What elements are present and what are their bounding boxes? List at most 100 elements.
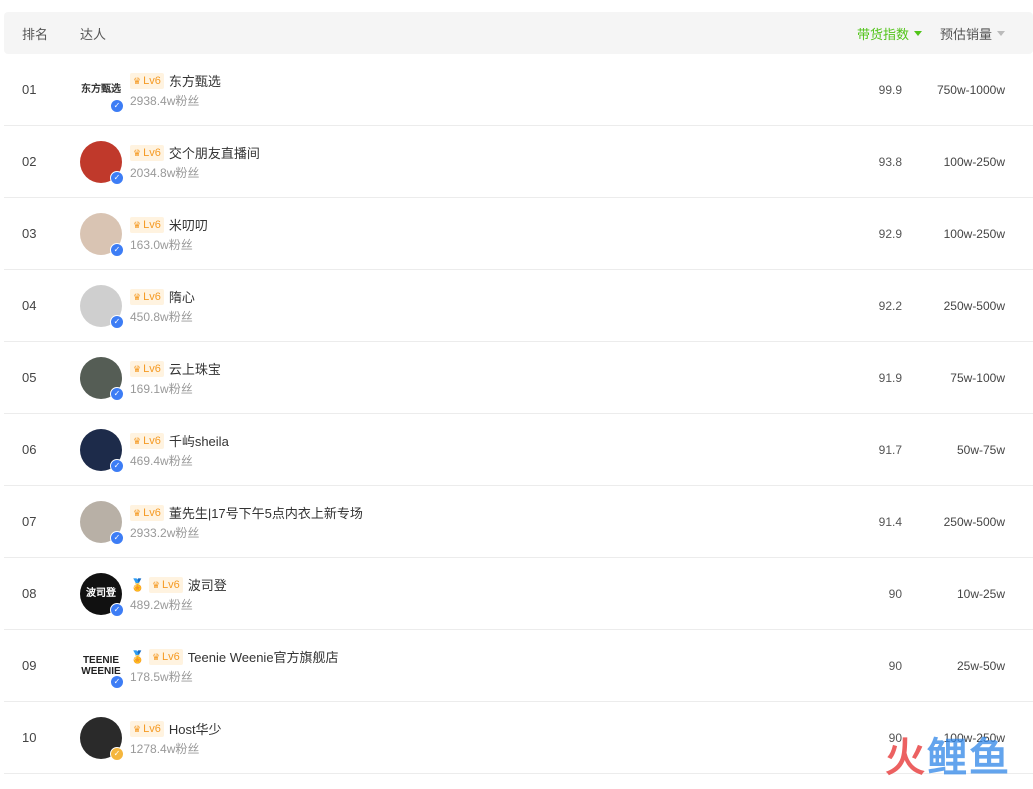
rank-number: 05	[22, 370, 37, 385]
estimated-sales: 250w-500w	[943, 514, 1005, 529]
level-label: Lv6	[162, 578, 180, 591]
medal-icon: 🏅	[130, 649, 145, 664]
level-badge: ♛ Lv6	[148, 648, 183, 665]
talent-name-link[interactable]: 董先生|17号下午5点内衣上新专场	[169, 503, 363, 522]
fans-count: 178.5w粉丝	[130, 669, 193, 684]
talent-info: ♛ Lv6 米叨叨 163.0w粉丝	[130, 215, 208, 253]
avatar[interactable]: ✓	[80, 140, 124, 185]
header-rank: 排名	[22, 26, 49, 42]
avatar[interactable]: ✓	[80, 716, 124, 761]
table-row[interactable]: 04 ✓ ♛ Lv6 隋心 450.8w粉丝 92.2 250w-500w	[4, 270, 1033, 342]
table-row[interactable]: 01 东方甄选 ✓ ♛ Lv6 东方甄选 2938.4w粉丝 99.9 750w-…	[4, 54, 1033, 126]
sort-by-sales-button[interactable]: 预估销量	[926, 24, 1033, 43]
level-label: Lv6	[143, 722, 161, 735]
level-badge: ♛ Lv6	[148, 576, 183, 593]
header-talent: 达人	[80, 26, 107, 42]
medal-icon: 🏅	[130, 577, 145, 592]
talent-cell[interactable]: 波司登 ✓ 🏅 ♛ Lv6 波司登 489.2w粉丝	[80, 572, 819, 617]
header-index-label: 带货指数	[856, 26, 909, 42]
table-row[interactable]: 03 ✓ ♛ Lv6 米叨叨 163.0w粉丝 92.9 100w-250w	[4, 198, 1033, 270]
talent-cell[interactable]: ✓ ♛ Lv6 千屿sheila 469.4w粉丝	[80, 428, 819, 473]
sales-index: 91.7	[878, 442, 902, 457]
verified-icon: ✓	[110, 242, 124, 257]
talent-info: 🏅 ♛ Lv6 Teenie Weenie官方旗舰店 178.5w粉丝	[130, 647, 339, 685]
crown-icon: ♛	[133, 435, 142, 446]
talent-info: ♛ Lv6 交个朋友直播间 2034.8w粉丝	[130, 143, 260, 181]
talent-name-link[interactable]: 云上珠宝	[169, 359, 221, 378]
level-badge: ♛ Lv6	[130, 72, 164, 89]
level-badge: ♛ Lv6	[130, 144, 164, 161]
talent-cell[interactable]: ✓ ♛ Lv6 交个朋友直播间 2034.8w粉丝	[80, 140, 819, 185]
talent-name-link[interactable]: Teenie Weenie官方旗舰店	[188, 647, 339, 666]
fans-count: 1278.4w粉丝	[130, 741, 200, 756]
talent-name-link[interactable]: 千屿sheila	[169, 431, 229, 450]
crown-icon: ♛	[133, 75, 142, 86]
table-row[interactable]: 05 ✓ ♛ Lv6 云上珠宝 169.1w粉丝 91.9 75w-100w	[4, 342, 1033, 414]
table-row[interactable]: 08 波司登 ✓ 🏅 ♛ Lv6 波司登 489.2w粉丝 90 10w-25w	[4, 558, 1033, 630]
rank-number: 07	[22, 514, 37, 529]
verified-icon: ✓	[110, 602, 124, 617]
estimated-sales: 100w-250w	[943, 226, 1005, 241]
talent-info: 🏅 ♛ Lv6 波司登 489.2w粉丝	[130, 575, 227, 613]
talent-cell[interactable]: ✓ ♛ Lv6 Host华少 1278.4w粉丝	[80, 716, 819, 761]
talent-cell[interactable]: TEENIE WEENIE ✓ 🏅 ♛ Lv6 Teenie Weenie官方旗舰…	[80, 644, 819, 689]
table-row[interactable]: 10 ✓ ♛ Lv6 Host华少 1278.4w粉丝 90 100w-250w	[4, 702, 1033, 774]
verified-icon: ✓	[110, 386, 124, 401]
estimated-sales: 10w-25w	[956, 586, 1005, 601]
verified-icon: ✓	[110, 530, 124, 545]
table-row[interactable]: 02 ✓ ♛ Lv6 交个朋友直播间 2034.8w粉丝 93.8 100w-25…	[4, 126, 1033, 198]
avatar[interactable]: ✓	[80, 500, 124, 545]
avatar[interactable]: ✓	[80, 284, 124, 329]
estimated-sales: 50w-75w	[956, 442, 1005, 457]
sales-index: 90	[888, 586, 902, 601]
talent-cell[interactable]: ✓ ♛ Lv6 云上珠宝 169.1w粉丝	[80, 356, 819, 401]
table-header: 排名 达人 带货指数 预估销量	[4, 12, 1033, 54]
talent-cell[interactable]: ✓ ♛ Lv6 董先生|17号下午5点内衣上新专场 2933.2w粉丝	[80, 500, 819, 545]
level-label: Lv6	[162, 650, 180, 663]
avatar[interactable]: ✓	[80, 428, 124, 473]
table-row[interactable]: 09 TEENIE WEENIE ✓ 🏅 ♛ Lv6 Teenie Weenie官…	[4, 630, 1033, 702]
crown-icon: ♛	[133, 291, 142, 302]
avatar[interactable]: TEENIE WEENIE ✓	[80, 644, 124, 689]
crown-icon: ♛	[151, 579, 161, 590]
crown-icon: ♛	[133, 507, 142, 518]
sales-index: 92.2	[878, 298, 902, 313]
level-badge: ♛ Lv6	[130, 504, 164, 521]
level-label: Lv6	[143, 290, 161, 303]
talent-name-link[interactable]: 波司登	[188, 575, 227, 594]
sort-by-index-button[interactable]: 带货指数	[819, 24, 926, 43]
rank-number: 06	[22, 442, 37, 457]
table-row[interactable]: 06 ✓ ♛ Lv6 千屿sheila 469.4w粉丝 91.7 50w-75w	[4, 414, 1033, 486]
sales-index: 91.4	[878, 514, 902, 529]
talent-info: ♛ Lv6 千屿sheila 469.4w粉丝	[130, 431, 229, 469]
estimated-sales: 250w-500w	[943, 298, 1005, 313]
talent-name-link[interactable]: 隋心	[169, 287, 195, 306]
avatar[interactable]: 波司登 ✓	[80, 572, 124, 617]
sort-down-icon	[997, 30, 1005, 36]
crown-icon: ♛	[133, 219, 142, 230]
fans-count: 163.0w粉丝	[130, 237, 193, 252]
crown-icon: ♛	[133, 363, 142, 374]
talent-info: ♛ Lv6 云上珠宝 169.1w粉丝	[130, 359, 221, 397]
sales-index: 92.9	[878, 226, 902, 241]
talent-cell[interactable]: ✓ ♛ Lv6 隋心 450.8w粉丝	[80, 284, 819, 329]
rank-number: 10	[22, 730, 37, 745]
avatar[interactable]: ✓	[80, 356, 124, 401]
table-body: 01 东方甄选 ✓ ♛ Lv6 东方甄选 2938.4w粉丝 99.9 750w-…	[4, 54, 1033, 774]
rank-number: 08	[22, 586, 37, 601]
talent-name-link[interactable]: 交个朋友直播间	[169, 143, 260, 162]
table-row[interactable]: 07 ✓ ♛ Lv6 董先生|17号下午5点内衣上新专场 2933.2w粉丝 91…	[4, 486, 1033, 558]
talent-name-link[interactable]: 东方甄选	[169, 71, 221, 90]
fans-count: 469.4w粉丝	[130, 453, 193, 468]
avatar[interactable]: 东方甄选 ✓	[80, 68, 124, 113]
rank-number: 03	[22, 226, 37, 241]
talent-cell[interactable]: ✓ ♛ Lv6 米叨叨 163.0w粉丝	[80, 212, 819, 257]
rank-number: 02	[22, 154, 37, 169]
talent-name-link[interactable]: Host华少	[169, 719, 222, 738]
ranking-table: 排名 达人 带货指数 预估销量 01 东方甄选 ✓ ♛ Lv6 东方甄选 2938…	[4, 12, 1033, 774]
avatar[interactable]: ✓	[80, 212, 124, 257]
talent-name-link[interactable]: 米叨叨	[169, 215, 208, 234]
talent-cell[interactable]: 东方甄选 ✓ ♛ Lv6 东方甄选 2938.4w粉丝	[80, 68, 819, 113]
verified-icon: ✓	[110, 458, 124, 473]
talent-info: ♛ Lv6 董先生|17号下午5点内衣上新专场 2933.2w粉丝	[130, 503, 363, 541]
